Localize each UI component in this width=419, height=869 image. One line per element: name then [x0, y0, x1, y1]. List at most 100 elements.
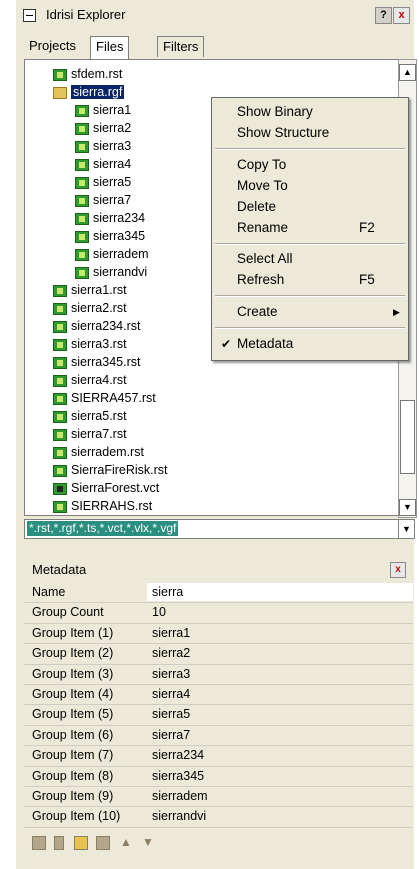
metadata-row[interactable]: Group Item (1) sierra1	[24, 624, 413, 645]
menu-item-copy-to[interactable]: Copy To	[212, 155, 408, 175]
tree-item[interactable]: SIERRAHS.rst	[53, 498, 152, 515]
tree-item-selected[interactable]: sierra.rgf	[53, 84, 125, 101]
metadata-title: Metadata	[32, 562, 87, 577]
help-icon[interactable]: ?	[375, 7, 392, 24]
tree-item[interactable]: sierrandvi	[75, 264, 147, 281]
checkmark-icon: ✔	[221, 337, 232, 351]
tree-item[interactable]: sfdem.rst	[53, 66, 122, 83]
menu-item-select-all[interactable]: Select All	[212, 249, 408, 269]
tree-item[interactable]: SierraFireRisk.rst	[53, 462, 168, 479]
raster-file-icon	[53, 446, 67, 459]
metadata-row[interactable]: Group Item (9) sierradem	[24, 787, 413, 808]
tree-item[interactable]: sierra234.rst	[53, 318, 140, 335]
menu-item-move-to[interactable]: Move To	[212, 176, 408, 196]
file-filter-combo[interactable]: *.rst,*.rgf,*.ts,*.vct,*.vlx,*.vgf	[24, 519, 400, 539]
tab-filters[interactable]: Filters	[157, 36, 205, 57]
raster-file-icon	[75, 194, 89, 207]
tree-item[interactable]: sierra3	[75, 138, 131, 155]
tree-item[interactable]: sierra7.rst	[53, 426, 127, 443]
tree-item[interactable]: sierradem.rst	[53, 444, 144, 461]
scroll-down-icon[interactable]: ▼	[399, 499, 416, 516]
tree-item[interactable]: sierra5.rst	[53, 408, 127, 425]
raster-file-icon	[75, 248, 89, 261]
raster-file-icon	[53, 302, 67, 315]
menu-item-metadata[interactable]: ✔ Metadata	[212, 334, 408, 354]
shortcut-label: F2	[359, 220, 375, 235]
metadata-row[interactable]: Name sierra	[24, 583, 413, 604]
folder-icon[interactable]	[96, 836, 110, 850]
metadata-header: Metadata x	[24, 558, 413, 580]
raster-file-icon	[75, 158, 89, 171]
chevron-down-icon[interactable]: ▼	[398, 519, 415, 539]
raster-file-icon	[53, 428, 67, 441]
menu-item-create[interactable]: Create ▶	[212, 302, 408, 322]
metadata-row[interactable]: Group Item (8) sierra345	[24, 767, 413, 787]
metadata-row[interactable]: Group Item (2) sierra2	[24, 644, 413, 665]
raster-file-icon	[53, 68, 67, 81]
metadata-row[interactable]: Group Count 10	[24, 603, 413, 624]
tree-item[interactable]: sierradem	[75, 246, 149, 263]
raster-file-icon	[75, 176, 89, 189]
raster-file-icon	[75, 230, 89, 243]
tree-item[interactable]: sierra1	[75, 102, 131, 119]
tree-item[interactable]: sierra4.rst	[53, 372, 127, 389]
raster-file-icon	[75, 266, 89, 279]
raster-file-icon	[53, 338, 67, 351]
tree-item[interactable]: sierra2.rst	[53, 300, 127, 317]
tree-item[interactable]: sierra2	[75, 120, 131, 137]
metadata-row[interactable]: Group Item (7) sierra234	[24, 746, 413, 767]
metadata-row[interactable]: Group Item (5) sierra5	[24, 705, 413, 726]
context-menu: Show Binary Show Structure Copy To Move …	[211, 97, 409, 361]
collapse-icon[interactable]	[23, 9, 36, 22]
raster-file-icon	[75, 122, 89, 135]
raster-file-icon	[53, 356, 67, 369]
tree-item[interactable]: sierra345	[75, 228, 145, 245]
menu-item-refresh[interactable]: Refresh F5	[212, 270, 408, 290]
raster-group-icon	[53, 86, 67, 99]
tree-item[interactable]: sierra5	[75, 174, 131, 191]
menu-separator	[215, 243, 405, 245]
scroll-thumb[interactable]	[400, 400, 415, 474]
menu-separator	[215, 295, 405, 297]
tab-projects[interactable]: Projects	[24, 36, 81, 56]
name-field[interactable]	[147, 583, 413, 601]
move-down-icon[interactable]: ▼	[142, 836, 154, 848]
menu-separator	[215, 148, 405, 150]
close-icon[interactable]: x	[393, 7, 410, 24]
tree-item[interactable]: SierraForest.vct	[53, 480, 159, 497]
title-bar: Idrisi Explorer ? x	[15, 3, 413, 29]
metadata-row[interactable]: Group Item (10) sierrandvi	[24, 807, 413, 828]
raster-file-icon	[75, 212, 89, 225]
menu-item-rename[interactable]: Rename F2	[212, 218, 408, 238]
metadata-row[interactable]: Group Item (3) sierra3	[24, 665, 413, 685]
tree-item[interactable]: SIERRA457.rst	[53, 390, 156, 407]
open-folder-icon[interactable]	[74, 836, 88, 850]
window-title: Idrisi Explorer	[46, 7, 126, 22]
tree-item[interactable]: sierra345.rst	[53, 354, 140, 371]
delete-icon[interactable]	[54, 836, 64, 850]
shortcut-label: F5	[359, 272, 375, 287]
metadata-row[interactable]: Group Item (4) sierra4	[24, 685, 413, 706]
save-icon[interactable]	[32, 836, 46, 850]
metadata-close-icon[interactable]: x	[390, 562, 406, 578]
menu-item-show-structure[interactable]: Show Structure	[212, 123, 408, 143]
scroll-up-icon[interactable]: ▲	[399, 64, 416, 81]
move-up-icon[interactable]: ▲	[120, 836, 132, 848]
raster-file-icon	[75, 140, 89, 153]
raster-file-icon	[53, 320, 67, 333]
raster-file-icon	[75, 104, 89, 117]
menu-item-delete[interactable]: Delete	[212, 197, 408, 217]
raster-file-icon	[53, 500, 67, 513]
tree-item[interactable]: sierra234	[75, 210, 145, 227]
submenu-arrow-icon: ▶	[393, 307, 400, 317]
raster-file-icon	[53, 284, 67, 297]
raster-file-icon	[53, 374, 67, 387]
menu-item-show-binary[interactable]: Show Binary	[212, 102, 408, 122]
tree-item[interactable]: sierra4	[75, 156, 131, 173]
tree-item[interactable]: sierra1.rst	[53, 282, 127, 299]
raster-file-icon	[53, 464, 67, 477]
tab-files[interactable]: Files	[90, 36, 130, 59]
tree-item[interactable]: sierra3.rst	[53, 336, 127, 353]
metadata-row[interactable]: Group Item (6) sierra7	[24, 726, 413, 747]
tree-item[interactable]: sierra7	[75, 192, 131, 209]
